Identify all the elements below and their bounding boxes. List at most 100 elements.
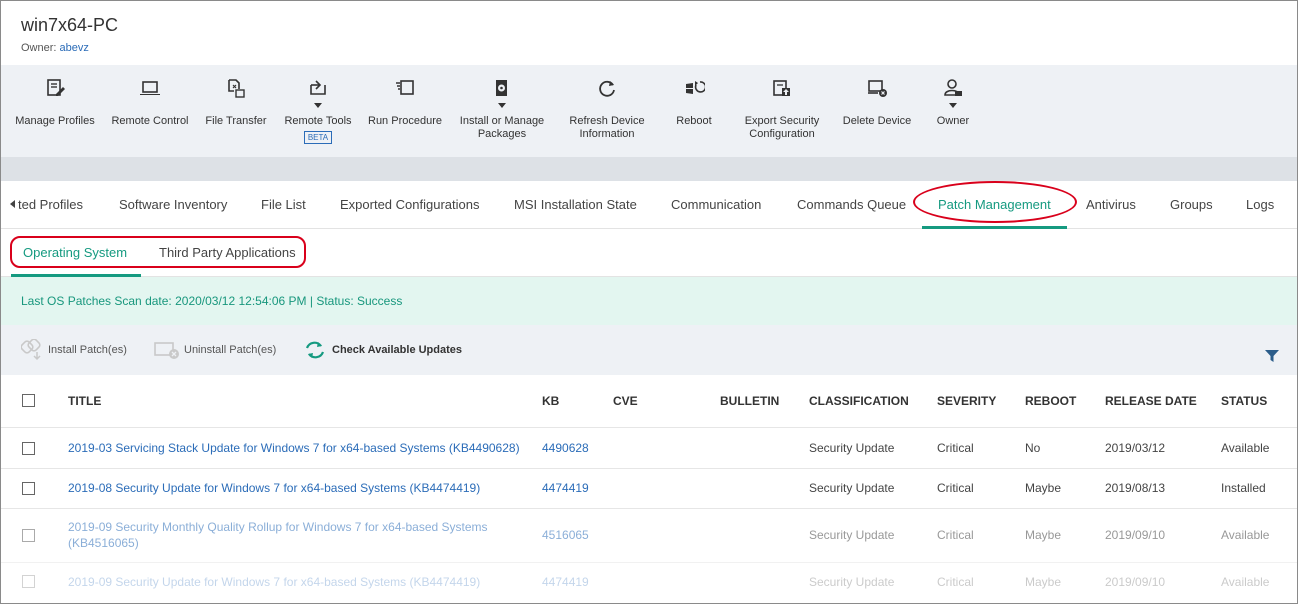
row-checkbox[interactable] [22,529,35,542]
table-row: 2019-03 Servicing Stack Update for Windo… [1,429,1297,469]
device-tabs: ted Profiles Software Inventory File Lis… [1,181,1297,229]
severity-cell: Critical [937,528,974,542]
release-date-cell: 2019/08/13 [1105,481,1166,495]
tab-logs[interactable]: Logs [1246,181,1274,228]
owner-icon [942,77,964,99]
patch-title-link[interactable]: 2019-08 Security Update for Windows 7 fo… [68,481,480,495]
chevron-down-icon [949,103,957,108]
chevron-down-icon [498,103,506,108]
kb-link[interactable]: 4474419 [542,481,589,495]
export-security-config-label-line2: Configuration [749,128,815,140]
install-manage-packages-button[interactable]: Install or Manage Packages [455,77,549,141]
patch-subtabs: Operating System Third Party Application… [1,229,1297,277]
table-header: TITLE KB CVE BULLETIN CLASSIFICATION SEV… [1,375,1297,428]
column-header-status[interactable]: STATUS [1221,394,1267,408]
kb-link[interactable]: 4474419 [542,575,589,589]
subtab-third-party-applications[interactable]: Third Party Applications [159,229,296,276]
delete-device-icon [866,77,888,99]
export-security-config-button[interactable]: Export Security Configuration [737,77,827,141]
delete-device-button[interactable]: Delete Device [839,77,915,128]
laptop-icon [139,77,161,99]
run-procedure-button[interactable]: Run Procedure [366,77,444,128]
reboot-cell: Maybe [1025,481,1062,495]
check-available-updates-label: Check Available Updates [332,344,463,356]
run-procedure-icon [394,77,416,99]
tab-commands-queue[interactable]: Commands Queue [797,181,906,228]
scan-status-text: Last OS Patches Scan date: 2020/03/12 12… [21,294,403,308]
subtab-operating-system[interactable]: Operating System [23,229,127,276]
refresh-icon [596,77,618,99]
classification-cell: Security Update [809,575,895,589]
patch-title-line1: 2019-09 Security Monthly Quality Rollup … [68,520,488,534]
refresh-device-info-label-line2: Information [579,128,635,140]
tab-antivirus[interactable]: Antivirus [1086,181,1136,228]
tab-patch-management[interactable]: Patch Management [938,181,1051,228]
remote-control-button[interactable]: Remote Control [109,77,191,128]
select-all-checkbox[interactable] [22,394,35,407]
filter-icon[interactable] [1264,348,1280,364]
reboot-cell: Maybe [1025,528,1062,542]
severity-cell: Critical [937,575,974,589]
reboot-button[interactable]: Reboot [669,77,719,128]
refresh-device-info-button[interactable]: Refresh Device Information [563,77,651,141]
classification-cell: Security Update [809,528,895,542]
tab-exported-configurations[interactable]: Exported Configurations [340,181,479,228]
column-header-bulletin[interactable]: BULLETIN [720,394,779,408]
install-patches-button[interactable]: Install Patch(es) [21,339,131,361]
severity-cell: Critical [937,441,974,455]
tab-communication[interactable]: Communication [671,181,761,228]
patch-title-line2: (KB4516065) [68,536,139,550]
device-title: win7x64-PC [21,15,119,35]
tab-file-list[interactable]: File List [261,181,306,228]
table-row: 2019-08 Security Update for Windows 7 fo… [1,469,1297,509]
row-checkbox[interactable] [22,482,35,495]
beta-badge: BETA [303,131,333,144]
reboot-cell: No [1025,441,1041,455]
install-manage-packages-label-line2: Packages [477,128,527,140]
owner-label: Owner: [21,42,57,54]
kb-link[interactable]: 4516065 [542,528,589,542]
owner-link[interactable]: abevz [60,42,89,54]
file-transfer-icon [225,77,247,99]
tab-associated-profiles[interactable]: ted Profiles [18,181,83,228]
column-header-cve[interactable]: CVE [613,394,638,408]
tabs-scroll-left-icon[interactable] [10,200,15,208]
release-date-cell: 2019/03/12 [1105,441,1166,455]
remote-tools-button[interactable]: Remote Tools BETA [281,77,355,144]
patch-title-link[interactable]: 2019-09 Security Update for Windows 7 fo… [68,575,480,589]
column-header-kb[interactable]: KB [542,394,559,408]
uninstall-patches-button[interactable]: Uninstall Patch(es) [154,339,284,361]
patch-title-link[interactable]: 2019-09 Security Monthly Quality Rollup … [68,519,528,551]
kb-link[interactable]: 4490628 [542,441,589,455]
file-transfer-button[interactable]: File Transfer [203,77,269,128]
manage-profiles-button[interactable]: Manage Profiles [13,77,97,128]
refresh-icon [305,341,325,359]
package-icon [491,77,513,99]
remote-tools-icon [307,77,329,99]
table-row: 2019-09 Security Monthly Quality Rollup … [1,509,1297,563]
row-checkbox[interactable] [22,575,35,588]
column-header-title[interactable]: TITLE [68,394,101,408]
patch-table: TITLE KB CVE BULLETIN CLASSIFICATION SEV… [1,375,1297,603]
device-header: win7x64-PC Owner: abevz [1,1,1297,65]
table-row: 2019-09 Security Update for Windows 7 fo… [1,563,1297,603]
tab-msi-installation-state[interactable]: MSI Installation State [514,181,637,228]
export-security-config-label-line1: Export Security [744,115,820,127]
column-header-classification[interactable]: CLASSIFICATION [809,394,909,408]
owner-label-text: Owner [936,115,970,127]
device-details-window: win7x64-PC Owner: abevz Manage Profiles … [0,0,1298,604]
column-header-reboot[interactable]: REBOOT [1025,394,1076,408]
tab-software-inventory[interactable]: Software Inventory [119,181,227,228]
column-header-severity[interactable]: SEVERITY [937,394,996,408]
export-icon [771,77,793,99]
column-header-release-date[interactable]: RELEASE DATE [1105,394,1197,408]
tab-groups[interactable]: Groups [1170,181,1213,228]
check-available-updates-button[interactable]: Check Available Updates [304,339,464,361]
status-cell: Available [1221,575,1270,589]
row-checkbox[interactable] [22,442,35,455]
edit-profile-icon [44,77,66,99]
owner-button[interactable]: Owner [933,77,973,128]
status-cell: Available [1221,528,1270,542]
chevron-down-icon [314,103,322,108]
patch-title-link[interactable]: 2019-03 Servicing Stack Update for Windo… [68,441,520,455]
